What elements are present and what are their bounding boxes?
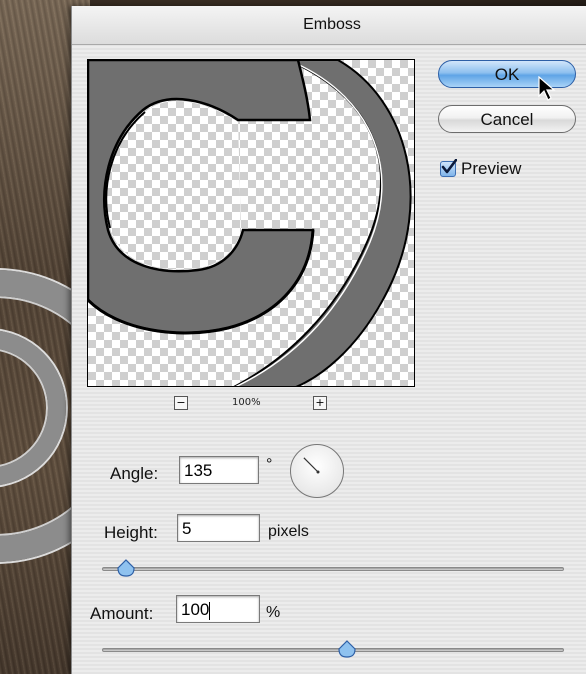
slider-thumb-icon [338,640,356,658]
ok-button-label: OK [494,65,520,84]
height-label: Height: [104,523,158,542]
zoom-in-button[interactable]: + [313,396,327,410]
angle-label: Angle: [110,464,159,483]
preview-checkbox[interactable] [440,159,457,177]
angle-dial-needle [303,457,320,474]
mouse-pointer-icon [538,75,558,107]
slider-thumb-icon [117,559,135,577]
amount-field[interactable]: 100 [176,595,260,623]
cancel-button-label: Cancel [480,110,534,129]
cancel-button[interactable]: Cancel [438,105,576,133]
height-slider-thumb[interactable] [116,559,136,577]
text-cursor [209,601,211,620]
angle-dial[interactable] [290,444,344,498]
amount-slider-track[interactable] [102,648,564,652]
amount-slider-thumb[interactable] [337,640,357,658]
height-field[interactable]: 5 [177,514,260,542]
angle-unit: ° [266,456,273,473]
emboss-dialog: Emboss − 100% + OK Cancel Preview Angle:… [71,6,586,674]
height-unit: pixels [268,523,309,540]
zoom-level: 100% [232,397,261,408]
preview-canvas[interactable] [87,59,415,387]
zoom-out-button[interactable]: − [174,396,188,410]
height-slider-track[interactable] [102,567,564,571]
amount-unit: % [266,604,281,621]
amount-value: 100 [181,600,210,619]
amount-label: Amount: [90,604,154,623]
checkmark-icon [441,159,457,174]
zoom-controls: − 100% + [72,396,428,412]
angle-field[interactable]: 135 [179,456,259,484]
dialog-title: Emboss [72,6,586,45]
preview-checkbox-label: Preview [461,159,522,178]
emboss-preview-graphic [88,60,412,386]
